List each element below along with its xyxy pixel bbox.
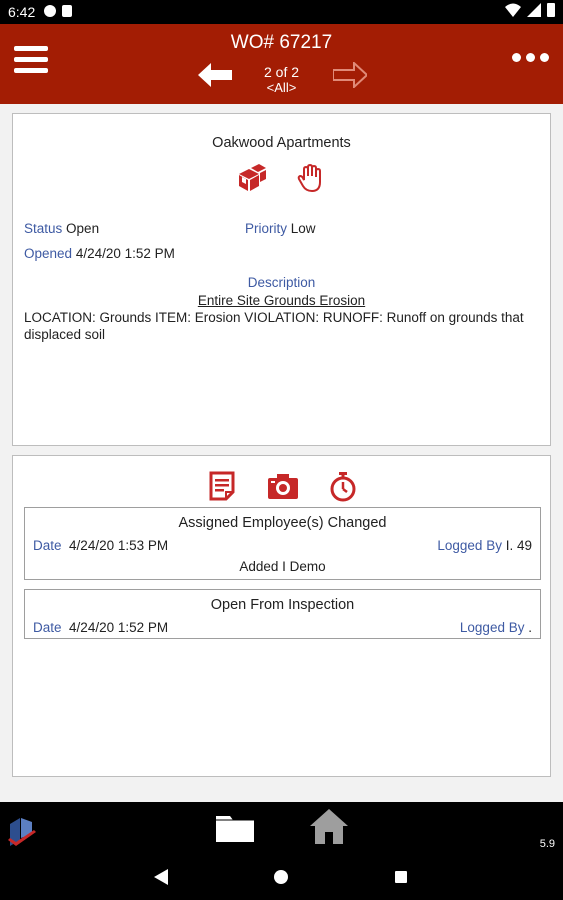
- home-icon[interactable]: [309, 807, 349, 845]
- description-body: LOCATION: Grounds ITEM: Erosion VIOLATIO…: [24, 310, 524, 342]
- battery-icon: [547, 3, 555, 17]
- log-date-label: Date: [33, 538, 62, 553]
- arrow-right-icon[interactable]: [333, 62, 367, 88]
- log-title: Assigned Employee(s) Changed: [178, 515, 387, 531]
- sd-card-icon: [62, 5, 72, 17]
- log-logged-by: Logged By I. 49: [437, 538, 532, 553]
- wifi-icon: [505, 3, 521, 17]
- log-logged-label: Logged By: [459, 620, 525, 635]
- log-logged-value: I. 49: [505, 538, 532, 553]
- status-time: 6:42: [8, 4, 36, 20]
- opened-value: 4/24/20 1:52 PM: [75, 246, 175, 261]
- log-logged-value: .: [528, 620, 532, 635]
- status-value: Open: [66, 221, 100, 236]
- log-date-label: Date: [33, 620, 62, 635]
- g-icon: [44, 5, 56, 17]
- priority-value: Low: [290, 221, 316, 236]
- log-logged-label: Logged By: [437, 538, 502, 553]
- opened-label: Opened: [24, 246, 73, 261]
- more-dots-icon[interactable]: [512, 53, 549, 62]
- home-circle-icon[interactable]: [274, 870, 288, 884]
- hand-stop-icon[interactable]: [295, 162, 327, 194]
- boxes-icon[interactable]: [235, 162, 267, 194]
- log-note: Added I Demo: [239, 559, 326, 574]
- description-label: Description: [247, 275, 316, 290]
- system-nav-bar: [0, 854, 563, 900]
- content-area: Oakwood Apartments Status Open Priority …: [0, 104, 563, 802]
- details-actions: [235, 162, 327, 194]
- priority-field: Priority Low: [245, 221, 316, 236]
- bottom-app-bar: 5.9: [0, 802, 563, 854]
- stopwatch-icon[interactable]: [327, 470, 359, 502]
- opened-field: Opened 4/24/20 1:52 PM: [24, 246, 175, 261]
- folder-icon[interactable]: [214, 810, 256, 844]
- pager-filter[interactable]: <All>: [0, 80, 563, 96]
- back-icon[interactable]: [154, 869, 168, 885]
- log-title: Open From Inspection: [210, 597, 355, 613]
- activity-panel: Assigned Employee(s) Changed Date 4/24/2…: [12, 455, 551, 777]
- app-version: 5.9: [539, 838, 555, 850]
- log-date-value: 4/24/20 1:53 PM: [69, 538, 169, 553]
- app-header: WO# 67217 2 of 2 <All>: [0, 24, 563, 104]
- status-label: Status: [24, 221, 63, 236]
- priority-label: Priority: [245, 221, 288, 236]
- log-date: Date 4/24/20 1:53 PM: [33, 538, 168, 553]
- log-date: Date 4/24/20 1:52 PM: [33, 620, 168, 635]
- log-date-value: 4/24/20 1:52 PM: [69, 620, 169, 635]
- log-logged-by: Logged By .: [460, 620, 532, 635]
- pager-count: 2 of 2: [263, 64, 300, 80]
- work-order-title: WO# 67217: [230, 32, 333, 53]
- recents-icon[interactable]: [395, 871, 407, 883]
- property-name: Oakwood Apartments: [212, 135, 351, 151]
- activity-actions: [207, 470, 359, 502]
- log-entry[interactable]: Open From Inspection Date 4/24/20 1:52 P…: [24, 589, 541, 639]
- camera-icon[interactable]: [267, 470, 299, 502]
- description-title[interactable]: Entire Site Grounds Erosion: [13, 293, 550, 308]
- log-entry[interactable]: Assigned Employee(s) Changed Date 4/24/2…: [24, 507, 541, 580]
- logo-icon: [8, 818, 36, 846]
- note-icon[interactable]: [207, 470, 239, 502]
- work-order-details-panel: Oakwood Apartments Status Open Priority …: [12, 113, 551, 446]
- status-bar: 6:42: [0, 0, 563, 24]
- signal-icon: [527, 3, 541, 17]
- pager: 2 of 2 <All>: [0, 64, 563, 96]
- status-field: Status Open: [24, 221, 99, 236]
